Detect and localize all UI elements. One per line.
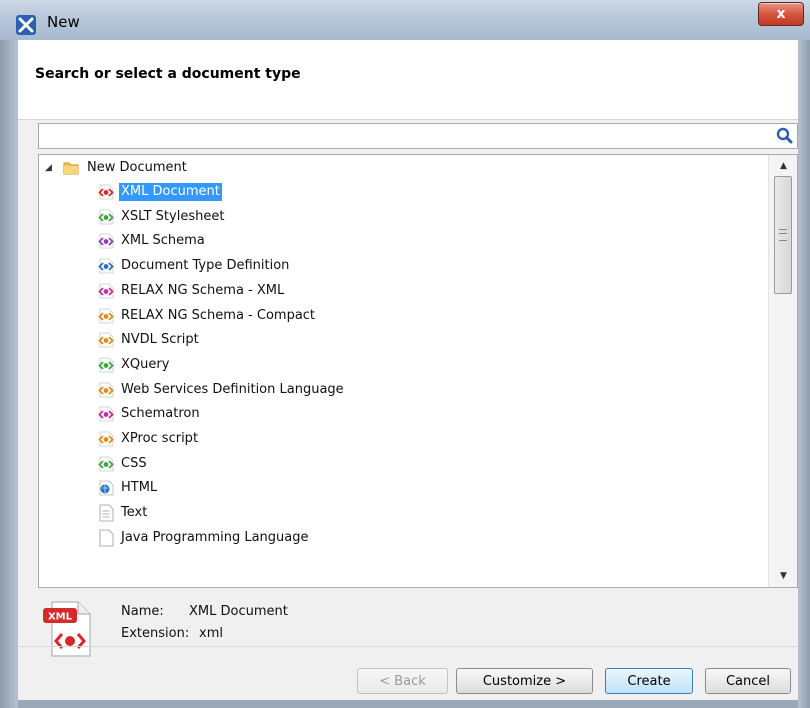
java-file-icon	[99, 529, 114, 547]
tree-item-label: Java Programming Language	[121, 529, 309, 545]
tree-item[interactable]: XML Document	[97, 181, 222, 203]
folder-icon	[63, 162, 79, 175]
window-frame-right	[798, 40, 810, 708]
tree-item-label: XML Document	[119, 183, 222, 201]
wsdl-icon	[98, 382, 114, 397]
search-input[interactable]	[43, 126, 767, 148]
tree-item[interactable]: XQuery	[97, 354, 171, 376]
tree-item-label: HTML	[121, 480, 158, 496]
html-icon	[99, 480, 114, 496]
css-icon	[98, 456, 114, 472]
tree-item-label: RELAX NG Schema - Compact	[121, 307, 316, 323]
tree-item[interactable]: XML Schema	[97, 230, 207, 252]
back-button[interactable]: < Back	[357, 668, 448, 694]
tree-item[interactable]: Java Programming Language	[97, 527, 311, 549]
xml-schema-icon	[98, 233, 114, 249]
extension-label: Extension:	[121, 626, 190, 641]
dialog-content: Search or select a document type ◢ New D…	[18, 40, 798, 700]
xslt-icon	[98, 209, 114, 225]
tree-item-label: XProc script	[121, 431, 199, 446]
xproc-icon	[98, 431, 114, 447]
tree-item[interactable]: NVDL Script	[97, 329, 201, 351]
close-button[interactable]: x	[758, 2, 804, 26]
xml-badge-text: XML	[48, 612, 73, 623]
nvdl-icon	[98, 332, 114, 348]
tree-item[interactable]: CSS	[97, 453, 149, 475]
tree-item[interactable]: XProc script	[97, 428, 200, 450]
xquery-icon	[98, 357, 114, 373]
text-file-icon	[99, 504, 114, 522]
tree-item[interactable]: XSLT Stylesheet	[97, 206, 226, 228]
schematron-icon	[98, 406, 114, 422]
scroll-down-arrow-icon[interactable]: ▼	[769, 565, 797, 587]
search-icon[interactable]	[774, 126, 796, 146]
tree-item-label: Text	[121, 505, 148, 521]
grip-icon	[779, 229, 787, 241]
tree-item-label: NVDL Script	[121, 332, 199, 348]
tree-item[interactable]: RELAX NG Schema - Compact	[97, 305, 317, 327]
tree-item-label: XML Schema	[121, 233, 205, 249]
relaxng-xml-icon	[98, 283, 114, 299]
tree-item-label: XQuery	[121, 356, 170, 372]
tree-item[interactable]: HTML	[97, 477, 159, 499]
tree-item-label: RELAX NG Schema - XML	[121, 282, 285, 298]
xml-icon	[98, 184, 114, 200]
title-bar[interactable]: New x	[0, 0, 810, 40]
search-field[interactable]	[38, 123, 798, 149]
scroll-up-arrow-icon[interactable]: ▲	[769, 155, 797, 177]
extension-value: xml	[199, 626, 223, 641]
dtd-icon	[98, 258, 114, 274]
dialog-heading: Search or select a document type	[35, 66, 301, 82]
new-dialog-window: New x Search or select a document type ◢…	[0, 0, 810, 708]
tree-item[interactable]: Document Type Definition	[97, 255, 291, 277]
name-label: Name:	[121, 604, 164, 619]
button-bar: < Back Customize > Create Cancel	[18, 646, 798, 700]
cancel-button[interactable]: Cancel	[705, 668, 791, 694]
tree-item-label: XSLT Stylesheet	[121, 208, 225, 224]
customize-button[interactable]: Customize >	[456, 668, 593, 694]
tree-item-label: CSS	[121, 455, 147, 471]
dialog-header: Search or select a document type	[18, 40, 798, 120]
tree-root-new-document[interactable]: ◢ New Document	[45, 157, 189, 179]
relaxng-compact-icon	[98, 308, 114, 323]
tree-item-label: Schematron	[121, 406, 200, 422]
window-title: New	[47, 13, 80, 31]
oxygen-app-icon	[16, 15, 36, 35]
document-type-tree[interactable]: ◢ New Document XML Document XSLT Styleshe…	[38, 154, 798, 588]
button-bar-divider	[18, 646, 798, 647]
tree-item[interactable]: RELAX NG Schema - XML	[97, 280, 286, 302]
tree-item-label: Document Type Definition	[121, 258, 290, 274]
tree-scrollbar[interactable]: ▲ ▼	[768, 155, 797, 587]
window-frame-left	[0, 40, 18, 708]
tree-root-label: New Document	[87, 160, 187, 175]
scrollbar-thumb[interactable]	[774, 176, 792, 294]
name-value: XML Document	[189, 604, 288, 619]
tree-item[interactable]: Web Services Definition Language	[97, 379, 346, 401]
create-button[interactable]: Create	[605, 668, 693, 694]
tree-item[interactable]: Schematron	[97, 403, 202, 425]
tree-item-label: Web Services Definition Language	[121, 381, 344, 397]
tree-item[interactable]: Text	[97, 502, 149, 524]
expand-triangle-icon[interactable]: ◢	[45, 163, 57, 173]
